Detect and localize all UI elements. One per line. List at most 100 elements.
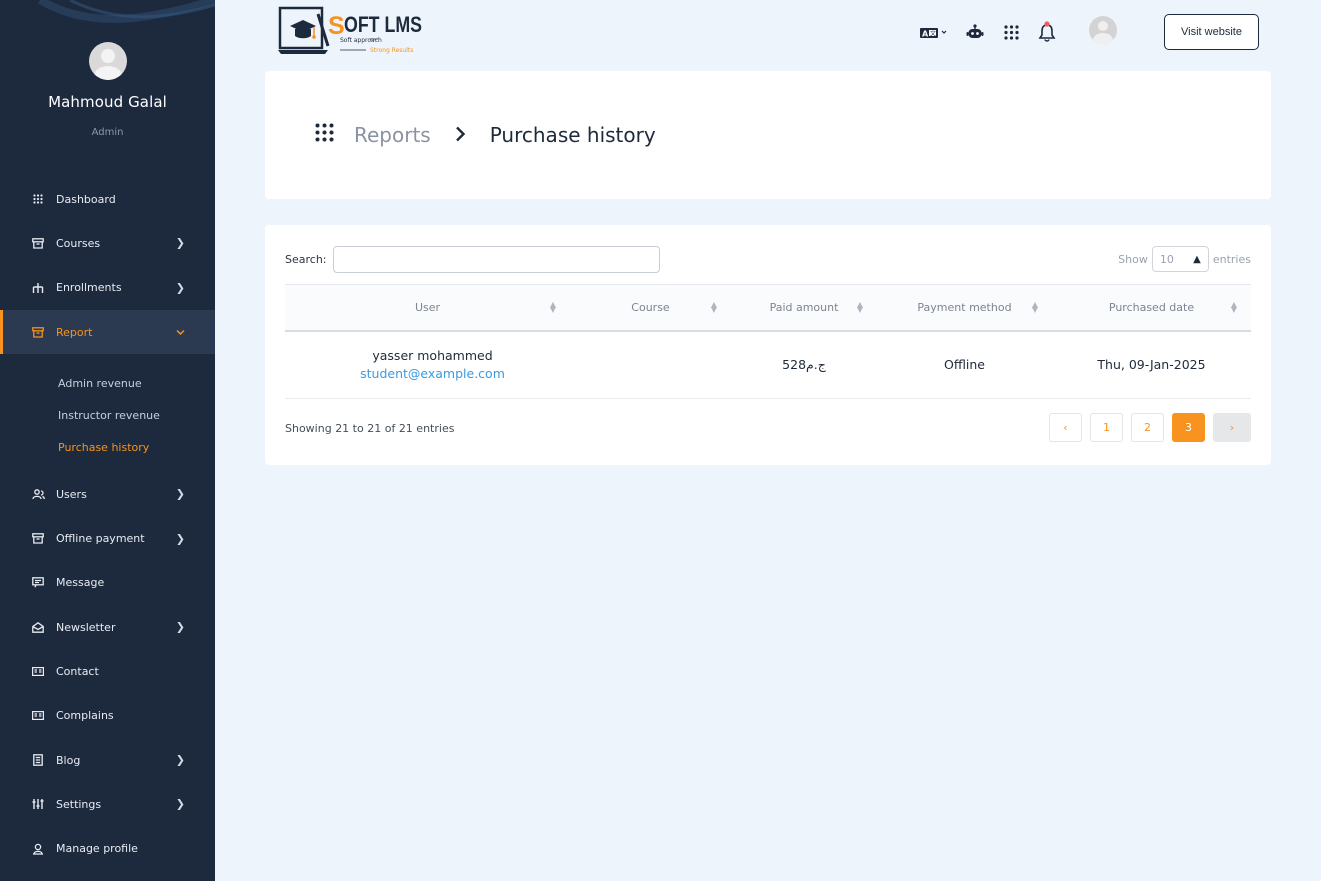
show-label: Show	[1118, 252, 1148, 266]
envelope-icon	[31, 620, 45, 634]
sidebar-item-enrollments[interactable]: Enrollments ❯	[0, 266, 215, 310]
sidebar-item-courses[interactable]: Courses ❯	[0, 221, 215, 265]
search-label: Search:	[285, 253, 327, 266]
sidebar-item-message[interactable]: Message	[0, 561, 215, 605]
cell-purchased-date: Thu, 09-Jan-2025	[1052, 330, 1251, 399]
table-info: Showing 21 to 21 of 21 entries	[285, 422, 455, 435]
hierarchy-icon	[31, 281, 45, 295]
visit-website-button[interactable]: Visit website	[1164, 14, 1259, 50]
user-icon	[31, 842, 45, 856]
svg-text:Strong Results: Strong Results	[370, 47, 413, 54]
dashboard-grid-icon	[31, 192, 45, 206]
breadcrumb-parent-link[interactable]: Reports	[354, 123, 431, 147]
svg-text:S: S	[328, 12, 345, 40]
breadcrumb: Reports Purchase history	[315, 123, 656, 147]
page-title: Purchase history	[489, 123, 656, 147]
sidebar-item-label: Blog	[56, 753, 81, 767]
robot-icon[interactable]	[964, 21, 986, 43]
pagination-next-button[interactable]: ›	[1213, 413, 1251, 442]
sidebar-item-label: Offline payment	[56, 532, 145, 546]
sidebar-item-manage-profile[interactable]: Manage profile	[0, 827, 215, 871]
cell-course	[570, 330, 731, 399]
page-header-card: Reports Purchase history	[265, 71, 1271, 199]
column-header-payment-method[interactable]: Payment method ▲ ▼	[877, 284, 1052, 332]
sort-icon: ▲ ▼	[710, 300, 717, 315]
sidebar-item-label: Enrollments	[56, 281, 122, 295]
apps-grid-icon	[315, 123, 334, 147]
profile-name: Mahmoud Galal	[48, 93, 167, 111]
sidebar-item-label: Settings	[56, 797, 102, 811]
table-row: yasser mohammed student@example.com 528ج…	[285, 330, 1251, 399]
user-avatar[interactable]	[1089, 16, 1117, 44]
message-icon	[31, 576, 45, 590]
chevron-right-icon	[455, 123, 466, 147]
sidebar-item-label: Contact	[56, 665, 99, 679]
sidebar-item-report[interactable]: Report	[0, 309, 215, 355]
profile-role: Admin	[91, 127, 124, 138]
users-icon	[31, 487, 45, 501]
archive-icon	[31, 236, 45, 250]
pagination-page-3[interactable]: 3	[1172, 413, 1205, 442]
subnav-item-admin-revenue[interactable]: Admin revenue	[0, 368, 215, 400]
sort-icon: ▲ ▼	[1031, 300, 1038, 315]
sort-icon: ▲ ▼	[549, 300, 556, 315]
notification-bell-icon[interactable]	[1036, 21, 1058, 43]
svg-text:文: 文	[930, 30, 936, 38]
svg-text:OFT LMS: OFT LMS	[344, 12, 422, 37]
pagination: ‹ 1 2 3 ›	[1041, 413, 1251, 442]
report-subnav: Admin revenue Instructor revenue Purchas…	[0, 354, 215, 472]
chevron-right-icon: ❯	[175, 620, 185, 634]
brand-logo[interactable]: S OFT LMS Soft approach Strong Results	[278, 6, 424, 56]
cell-payment-method: Offline	[877, 330, 1052, 399]
subnav-item-purchase-history[interactable]: Purchase history	[0, 432, 215, 464]
chevron-right-icon: ❯	[175, 236, 185, 250]
user-name: yasser mohammed	[372, 348, 493, 364]
sidebar-item-offline-payment[interactable]: Offline payment ❯	[0, 516, 215, 560]
archive-icon	[31, 325, 45, 339]
pagination-page-2[interactable]: 2	[1131, 413, 1164, 442]
id-card-icon	[31, 665, 45, 679]
sidebar-item-contact[interactable]: Contact	[0, 649, 215, 693]
sidebar-item-complains[interactable]: Complains	[0, 694, 215, 738]
column-header-purchased-date[interactable]: Purchased date ▲ ▼	[1052, 284, 1251, 332]
sidebar-item-label: Report	[56, 325, 93, 339]
sidebar-item-label: Manage profile	[56, 842, 138, 856]
language-icon[interactable]: A 文	[916, 21, 950, 43]
profile-block: Mahmoud Galal Admin	[0, 42, 215, 138]
column-header-course[interactable]: Course ▲ ▼	[570, 284, 731, 332]
svg-text:A: A	[922, 30, 929, 39]
subnav-item-instructor-revenue[interactable]: Instructor revenue	[0, 400, 215, 432]
chevron-right-icon: ❯	[175, 753, 185, 767]
column-header-paid-amount[interactable]: Paid amount ▲ ▼	[731, 284, 877, 332]
apps-grid-icon[interactable]	[1000, 21, 1022, 43]
avatar	[88, 42, 127, 80]
archive-icon	[31, 532, 45, 546]
svg-text:Soft approach: Soft approach	[340, 37, 382, 44]
cell-user: yasser mohammed student@example.com	[285, 330, 570, 399]
purchase-history-table: User ▲ ▼ Course ▲ ▼ Paid amount ▲ ▼ Payment me…	[285, 284, 1251, 399]
sidebar-item-label: Newsletter	[56, 620, 116, 634]
sidebar: Mahmoud Galal Admin Dashboard Courses ❯ …	[0, 0, 215, 881]
chevron-right-icon: ❯	[175, 487, 185, 501]
user-email-link[interactable]: student@example.com	[295, 366, 570, 381]
chevron-right-icon: ❯	[175, 281, 185, 295]
chevron-down-icon	[176, 326, 185, 339]
sidebar-item-newsletter[interactable]: Newsletter ❯	[0, 605, 215, 649]
document-icon	[31, 753, 45, 767]
sidebar-item-blog[interactable]: Blog ❯	[0, 738, 215, 782]
entries-label: entries	[1212, 252, 1251, 266]
entries-select[interactable]: 10 ▲︎	[1151, 246, 1209, 272]
sidebar-item-dashboard[interactable]: Dashboard	[0, 177, 215, 221]
pagination-prev-button[interactable]: ‹	[1049, 413, 1082, 442]
pagination-page-1[interactable]: 1	[1090, 413, 1123, 442]
sidebar-item-label: Complains	[56, 709, 114, 723]
page-length-control: Show 10 ▲︎ entries	[1118, 246, 1251, 272]
chevron-right-icon: ❯	[175, 532, 185, 546]
id-card-icon	[31, 709, 45, 723]
entries-select-value: 10	[1159, 252, 1174, 266]
search-input[interactable]	[333, 246, 660, 273]
sidebar-item-settings[interactable]: Settings ❯	[0, 782, 215, 826]
chevron-right-icon: ❯	[175, 797, 185, 811]
column-header-user[interactable]: User ▲ ▼	[285, 284, 570, 332]
sidebar-item-users[interactable]: Users ❯	[0, 472, 215, 516]
